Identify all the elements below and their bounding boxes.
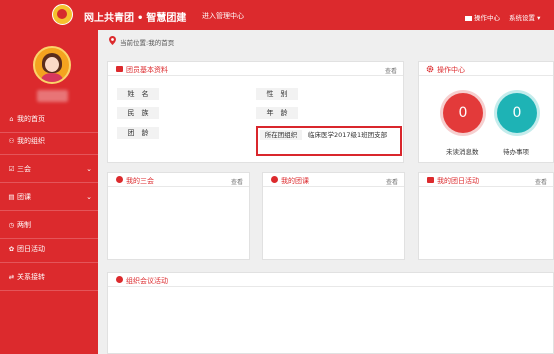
sidebar-item-league-class[interactable]: ▤ 团课 ⌄ [0,183,98,211]
app-title: 网上共青团 • 智慧团建 [84,9,186,24]
league-class-panel: 我的团课 查看 [262,172,405,260]
todo-count[interactable]: 0 [497,93,537,133]
sidebar-item-relation-transfer[interactable]: ⇄ 关系接转 [0,263,98,291]
chevron-down-icon: ⌄ [86,165,92,173]
gear-icon [426,65,434,73]
avatar [33,46,71,84]
panel-header: 组织会议活动 [108,273,553,287]
app-title-sub: 智慧团建 [146,13,187,24]
panel-title: 我的三会 [126,177,154,185]
sidebar-item-label: 我的组织 [17,137,45,145]
app-title-main: 网上共青团 [84,13,134,24]
sidebar-item-three-meetings[interactable]: ☑ 三会 ⌄ [0,155,98,183]
breadcrumb-text: 当前位置:我的首页 [120,39,175,47]
admin-center-link[interactable]: 进入管理中心 [202,11,244,21]
todo-label: 待办事项 [503,148,529,156]
title-separator: • [137,13,144,24]
name-label: 姓 名 [117,88,159,100]
org-value: 临床医学2017级1班团支部 [308,131,388,139]
check-square-icon: ☑ [8,165,15,173]
id-card-icon [116,66,123,72]
unread-messages-label: 未读消息数 [446,148,479,156]
panel-title: 组织会议活动 [126,277,168,285]
class-icon [271,176,278,183]
league-age-label: 团 龄 [117,127,159,139]
ethnicity-label: 民 族 [117,107,159,119]
panel-title: 我的团课 [281,177,309,185]
panel-title: 操作中心 [437,66,465,74]
sidebar-item-label: 两制 [17,221,31,229]
username-redacted [37,90,68,102]
panel-title: 团员基本资料 [126,66,168,74]
chevron-down-icon: ⌄ [86,193,92,201]
view-member-info-link[interactable]: 查看 [385,66,397,75]
meeting-icon [116,276,123,283]
panel-header: 我的三会 查看 [108,173,249,187]
sidebar-item-my-org[interactable]: ⚇ 我的组织 [0,127,98,155]
org-meeting-panel: 组织会议活动 [107,272,554,354]
sidebar-item-label: 三会 [17,165,31,173]
unread-messages-count[interactable]: 0 [443,93,483,133]
sidebar-item-label: 关系接转 [17,273,45,281]
age-label: 年 龄 [256,107,298,119]
league-logo [52,4,73,25]
mail-icon [465,16,472,21]
view-league-day-link[interactable]: 查看 [535,177,547,186]
panel-header: 团员基本资料 查看 [108,62,403,76]
three-meetings-panel: 我的三会 查看 [107,172,250,260]
org-label: 所在团组织 [260,130,302,140]
book-icon: ▤ [8,193,15,201]
ops-center-label: 操作中心 [474,14,500,22]
ops-center-link[interactable]: 操作中心 [465,12,500,22]
panel-header: 我的团课 查看 [263,173,404,187]
view-league-class-link[interactable]: 查看 [386,177,398,186]
view-three-meetings-link[interactable]: 查看 [231,177,243,186]
breadcrumb: 当前位置:我的首页 [98,30,554,52]
sidebar-item-label: 我的首页 [17,115,45,123]
location-pin-icon [109,36,116,45]
gift-icon: ✿ [8,245,15,253]
flag-icon [427,177,434,183]
league-day-panel: 我的团日活动 查看 [418,172,554,260]
sidebar: ⌂ 我的首页 ⚇ 我的组织 ☑ 三会 ⌄ ▤ 团课 ⌄ ◷ 两制 ✿ 团日活动 ⇄ 关系接转 [0,30,98,354]
transfer-icon: ⇄ [8,273,15,281]
sidebar-item-league-day[interactable]: ✿ 团日活动 [0,235,98,263]
panel-title: 我的团日活动 [437,177,479,185]
org-highlight-box: 所在团组织 临床医学2017级1班团支部 [256,126,402,156]
panel-header: 我的团日活动 查看 [419,173,553,187]
system-settings-dropdown[interactable]: 系统设置 ▾ [509,12,540,22]
org-icon: ⚇ [8,137,15,145]
top-header: 网上共青团 • 智慧团建 进入管理中心 操作中心 系统设置 ▾ [0,0,554,30]
sidebar-item-label: 团课 [17,193,31,201]
panel-header: 操作中心 [419,62,553,76]
calendar-icon [116,176,123,183]
gender-label: 性 别 [256,88,298,100]
sidebar-item-label: 团日活动 [17,245,45,253]
